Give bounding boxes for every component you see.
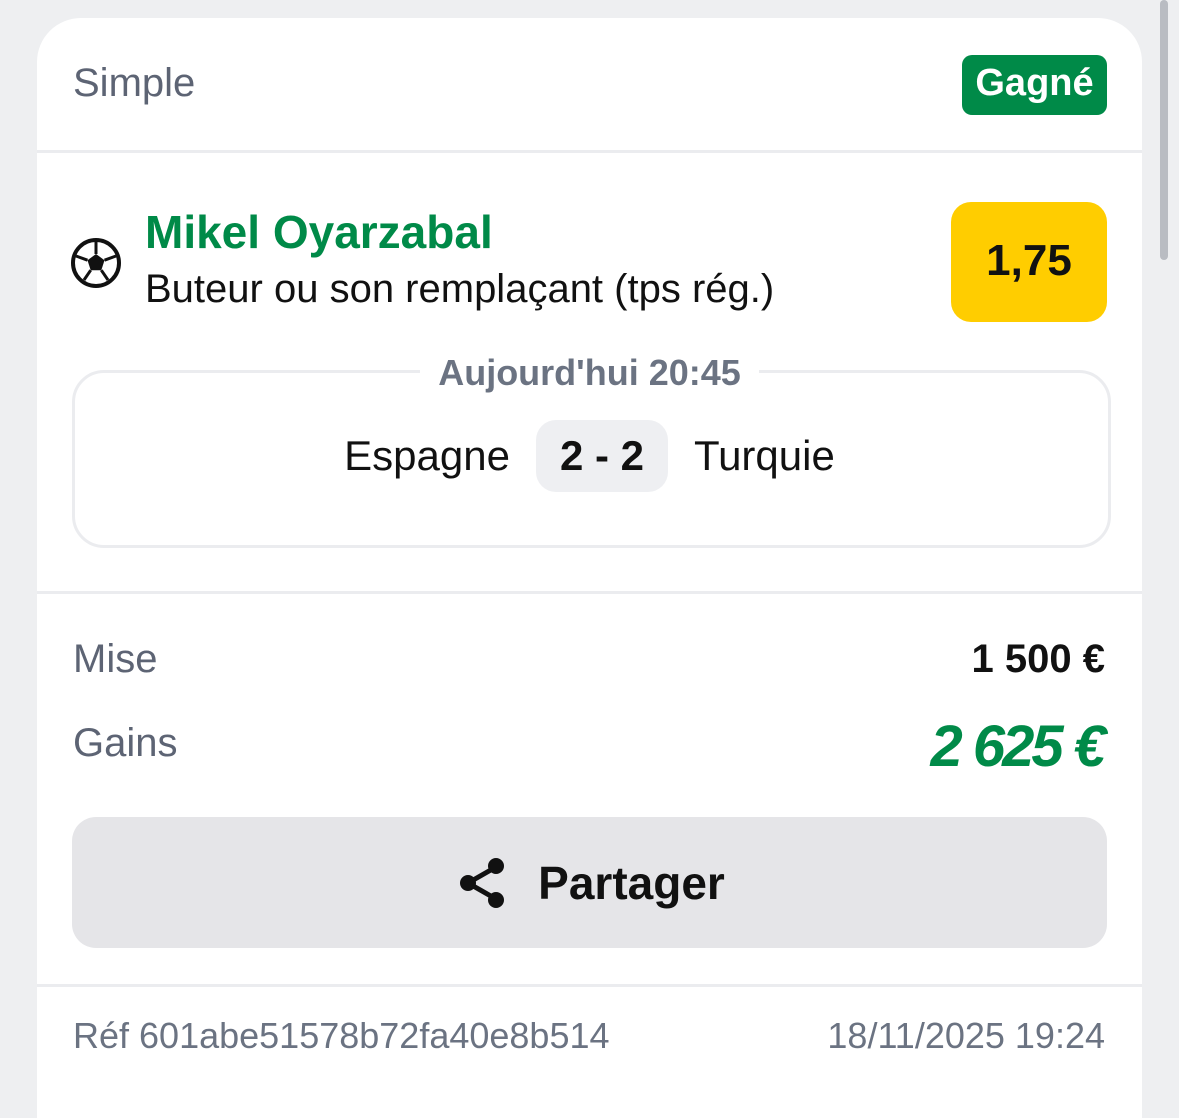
share-label: Partager <box>538 856 725 909</box>
home-team: Espagne <box>344 432 510 479</box>
odds-badge: 1,75 <box>951 202 1107 322</box>
bet-type-label: Simple <box>73 61 196 105</box>
match-teams: Espagne 2 - 2 Turquie <box>37 420 1142 492</box>
divider <box>37 150 1142 153</box>
bet-date: 18/11/2025 19:24 <box>827 1015 1105 1056</box>
divider <box>37 591 1142 594</box>
match-score: 2 - 2 <box>535 420 668 492</box>
player-name: Mikel Oyarzabal <box>145 206 493 258</box>
winnings-value: 2 625 € <box>930 714 1106 779</box>
winnings-label: Gains <box>73 721 178 765</box>
share-icon <box>460 857 505 908</box>
market-label: Buteur ou son remplaçant (tps rég.) <box>145 267 775 311</box>
stake-value: 1 500 € <box>971 637 1105 681</box>
scrollbar[interactable] <box>1160 0 1168 260</box>
stake-label: Mise <box>73 637 158 681</box>
status-badge: Gagné <box>962 55 1107 115</box>
away-team: Turquie <box>693 432 835 479</box>
divider <box>37 984 1142 987</box>
soccer-ball-icon <box>71 238 121 288</box>
share-button[interactable]: Partager <box>72 817 1107 948</box>
bet-card: Simple Gagné Mikel Oyarzabal Buteur ou s… <box>37 18 1142 1118</box>
bet-reference: Réf 601abe51578b72fa40e8b514 <box>73 1015 610 1056</box>
